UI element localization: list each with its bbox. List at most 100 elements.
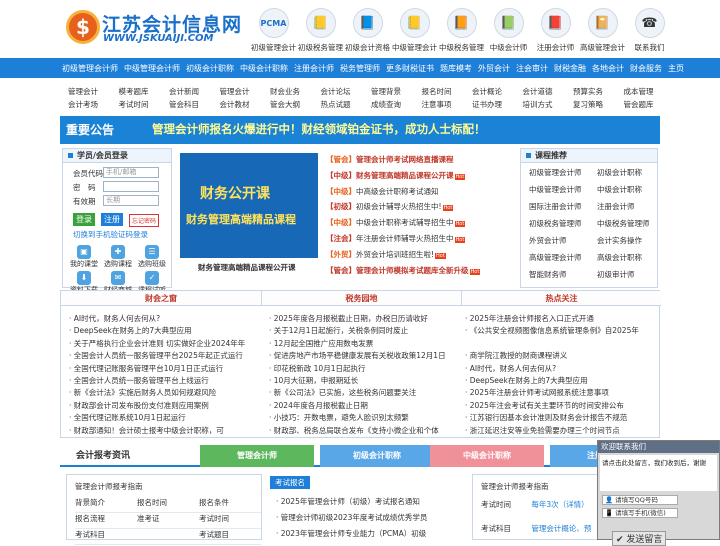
subnav-item[interactable]: 管会题库 [624,99,675,110]
news-text[interactable]: 初级会计辅导火热招生中! [356,202,442,211]
header-link-3[interactable]: 📒 中级管理会计 [391,8,438,53]
course-link[interactable]: 高级会计职称 [597,252,663,263]
column-news-item[interactable]: · 小技巧：开数电票，避免人脸识别太频繁 [265,412,457,424]
chat-send-button[interactable]: ✔ 发送留言 [612,531,667,546]
exam-guide-cell[interactable]: 考试题目 [199,529,261,545]
subnav-item[interactable]: 复习策略 [573,99,624,110]
column-news-item[interactable]: · 促进房地产市场平稳健康发展有关税收政策12月1日 [265,350,457,362]
column-news-item[interactable]: · DeepSeek在财务上的7大典型应用 [465,375,657,387]
subnav-item[interactable]: 会计新闻 [169,86,220,97]
login-shortcut-0[interactable]: ▣ 我的课堂 [67,245,101,269]
column-news-item[interactable]: · DeepSeek在财务上的7大典型应用 [65,325,257,337]
course-link[interactable]: 初级会计职称 [597,167,663,178]
validity-select[interactable]: 长期 [103,195,159,206]
nav-item[interactable]: 注会审计 [516,63,548,74]
subnav-item[interactable]: 热点试题 [321,99,372,110]
course-link[interactable]: 初级审计师 [597,269,663,280]
logo-dollar-icon[interactable]: $ [66,10,100,44]
chat-qq-input[interactable]: 👤 请填写QQ号码 [602,495,678,505]
exam-guide-cell[interactable]: 背景简介 [75,497,137,513]
column-news-item[interactable]: · 2025年注会考试有关主要环节的时间安排公布 [465,400,657,412]
header-link-4[interactable]: 📙 中级税务管理 [438,8,485,53]
login-shortcut-1[interactable]: ✚ 选购课程 [101,245,135,269]
switch-to-sms-login-link[interactable]: 切换到手机验证码登录 [73,229,148,240]
exam-guide-cell[interactable]: 考试科目 [75,529,137,545]
nav-item[interactable]: 题库模考 [440,63,472,74]
subnav-item[interactable]: 会计论坛 [321,86,372,97]
subnav-item[interactable]: 会计考场 [68,99,119,110]
news-item[interactable]: 【注会】年注册会计师辅导火热招生中 Hot [326,233,514,249]
exam-tab-1[interactable]: 初级会计职称 [320,445,434,467]
column-news-item[interactable]: · 新《会计法》实施后财务人员如何规避风险 [65,387,257,399]
course-link[interactable]: 初级管理会计师 [529,167,597,178]
subnav-item[interactable]: 考试时间 [119,99,170,110]
subnav-item[interactable]: 报名时间 [422,86,473,97]
promo-caption[interactable]: 财务管理高端精品课程公开课 [198,262,296,273]
news-text[interactable]: 中高级会计职称考试通知 [356,187,439,196]
column-news-item[interactable]: · 江苏银行因基本会计准则及财务会计报告不规范 [465,412,657,424]
column-news-item[interactable]: · 新《公司法》已实施，这些税务问题要关注 [265,387,457,399]
news-text[interactable]: 财务管理高端精品课程公开课 [356,171,454,180]
column-news-item[interactable]: · 2025年注册会计师考试网报系统注意事项 [465,387,657,399]
subnav-item[interactable]: 模考题库 [119,86,170,97]
nav-item[interactable]: 税务管理师 [340,63,380,74]
header-link-8[interactable]: ☎ 联系我们 [626,8,673,53]
news-item[interactable]: 【管会】管理会计师模拟考试题库全新升级 Hot [326,265,514,281]
course-link[interactable]: 智能财务师 [529,269,597,280]
promo-banner-image[interactable]: 财务公开课 财务管理高端精品课程 [180,153,318,258]
column-news-item[interactable]: · 关于严格执行企业会计准则 切实做好企业2024年年 [65,338,257,350]
course-link[interactable]: 高级管理会计师 [529,252,597,263]
course-link[interactable]: 外贸会计师 [529,235,597,246]
nav-item[interactable]: 主页 [668,63,684,74]
column-news-item[interactable]: · 全国会计人员统一服务管理平台上线运行 [65,375,257,387]
column-news-item[interactable]: · 财政部会计司发布股份支付准则应用案例 [65,400,257,412]
news-text[interactable]: 管理会计师考试网络直播课程 [356,155,454,164]
chat-phone-input[interactable]: 📱 请填写手机(微信) [602,508,678,518]
column-news-item[interactable]: · AI时代，财务人何去何从? [465,363,657,375]
exam-guide-cell[interactable] [137,529,199,545]
exam-registration-item[interactable]: · 2023年管理会计师专业能力（PCMA）初级 [276,528,427,544]
news-text[interactable]: 管理会计师模拟考试题库全新升级 [356,266,469,275]
course-link[interactable]: 中级税务管理师 [597,218,663,229]
column-news-item[interactable]: · 2024年度各月报税截止日期 [265,400,457,412]
header-link-1[interactable]: 📒 初级税务管理 [297,8,344,53]
column-news-item[interactable]: · 浙江延迟注安等业免验需要办理三个时间节点 [465,425,657,437]
course-link[interactable]: 会计实务操作 [597,235,663,246]
subnav-item[interactable]: 成绩查询 [371,99,422,110]
exam-guide-cell[interactable]: 报名条件 [199,497,261,513]
chat-message-area[interactable]: 请点击此处留言，我们收到后，谢谢 [600,455,717,491]
subnav-item[interactable]: 管理会计 [220,86,271,97]
news-text[interactable]: 中级会计职称考试辅导招生中 [356,218,454,227]
exam-guide-cell[interactable]: 报名时间 [137,497,199,513]
header-link-5[interactable]: 📗 中级会计师 [485,8,532,53]
news-item[interactable]: 【初级】初级会计辅导火热招生中! Hot [326,201,514,217]
subnav-item[interactable]: 会计概论 [472,86,523,97]
nav-item[interactable]: 更多财税证书 [386,63,434,74]
subnav-item[interactable]: 管会大纲 [270,99,321,110]
nav-item[interactable]: 中级会计职称 [240,63,288,74]
announcement-text[interactable]: 管理会计师报名火爆进行中！财经领域铂金证书，成功人士标配！ [152,121,486,137]
nav-item[interactable]: 财税金融 [554,63,586,74]
nav-item[interactable]: 财会服务 [630,63,662,74]
announcement-banner[interactable]: 重要公告 管理会计师报名火爆进行中！财经领域铂金证书，成功人士标配！ [60,116,660,144]
news-text[interactable]: 外贸会计培训班招生啦! [356,250,434,259]
news-item[interactable]: 【中级】中高级会计职称考试通知 [326,186,514,202]
subnav-item[interactable]: 管理会计 [68,86,119,97]
member-code-input[interactable]: 手机/邮箱 [103,167,159,178]
header-link-7[interactable]: 📔 高级管理会计 [579,8,626,53]
column-news-item[interactable]: · 全国代理记账系统10月1日起运行 [65,412,257,424]
column-news-item[interactable] [465,338,657,350]
register-button[interactable]: 注册 [101,213,123,226]
column-news-item[interactable]: · 财政部、税务总局联合发布《支持小微企业和个体 [265,425,457,437]
login-shortcut-2[interactable]: ☰ 选购班级 [135,245,169,269]
subnav-item[interactable]: 注意事项 [422,99,473,110]
nav-item[interactable]: 初级会计职称 [186,63,234,74]
nav-item[interactable]: 注册会计师 [294,63,334,74]
column-news-item[interactable]: · 10月大征期，申报期延长 [265,375,457,387]
subnav-item[interactable]: 培训方式 [523,99,574,110]
column-news-item[interactable]: · 《公共安全视频图像信息系统管理条例》自2025年 [465,325,657,337]
exam-time-value[interactable]: 每年3次（详情） [531,500,588,509]
column-news-item[interactable]: · 全国会计人员统一服务管理平台2025年起正式运行 [65,350,257,362]
column-news-item[interactable]: · AI时代，财务人何去何从? [65,313,257,325]
news-item[interactable]: 【管会】管理会计师考试网络直播课程 [326,154,514,170]
